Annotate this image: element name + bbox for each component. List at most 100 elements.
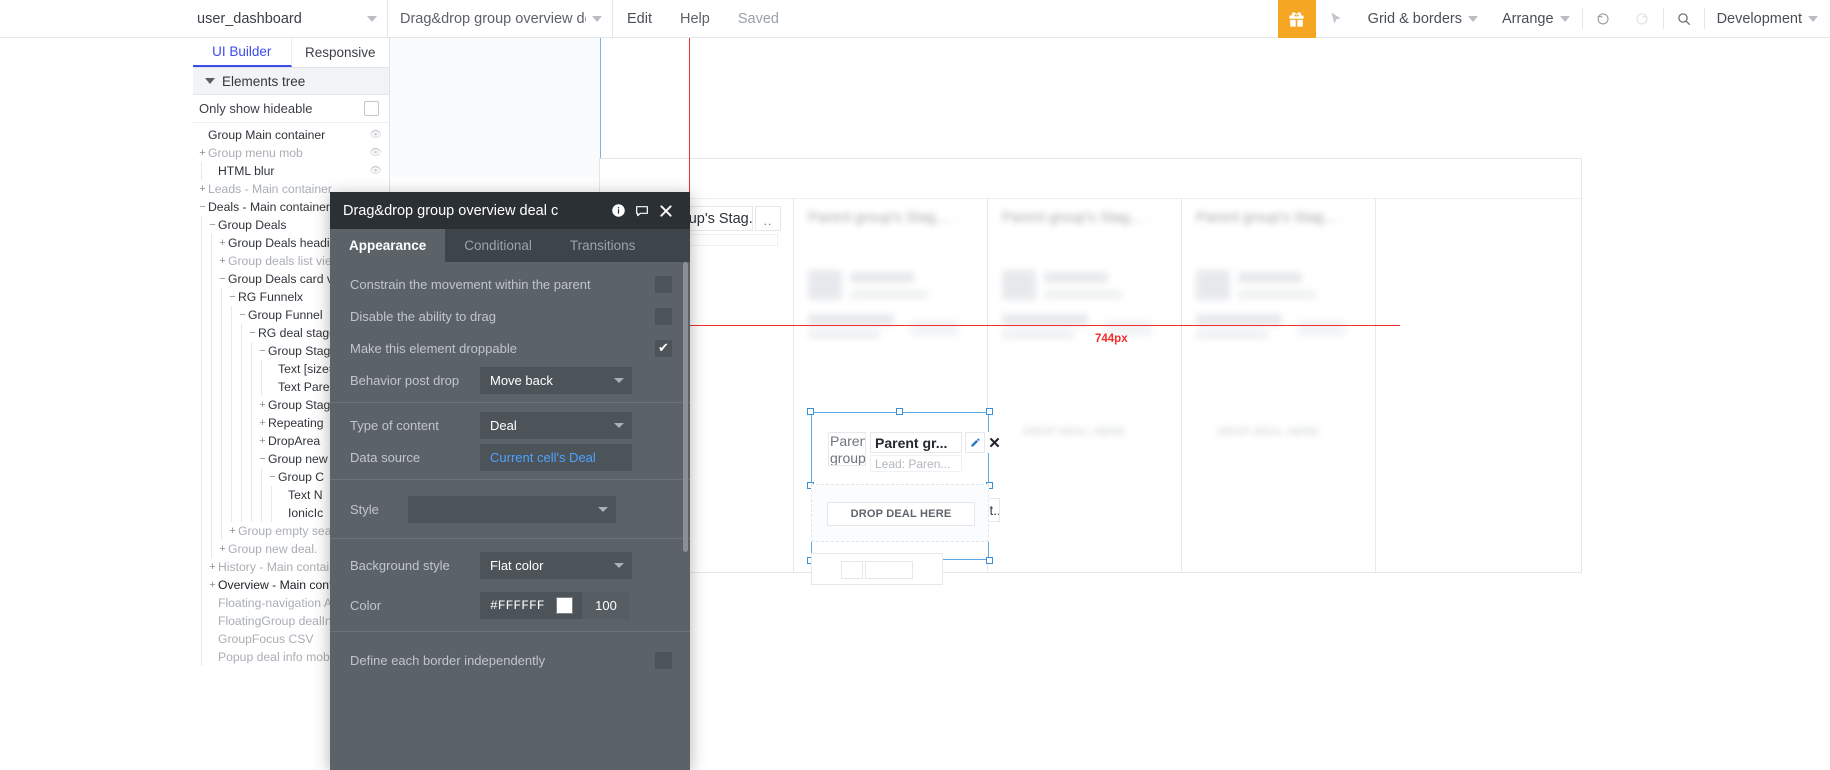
constrain-movement-label: Constrain the movement within the parent [350,276,591,292]
search-icon[interactable] [1664,0,1704,38]
drop-label-3: DROP DEAL HERE [1217,426,1320,438]
collapse-icon[interactable]: − [267,471,278,483]
stage-menu-0[interactable]: .. [755,206,781,231]
pencil-icon[interactable] [965,432,985,453]
undo-icon[interactable] [1583,0,1623,38]
new-deal-label-box [865,561,913,579]
eye-icon[interactable]: 👁 [369,148,382,159]
collapse-icon[interactable]: − [217,273,228,285]
gift-icon[interactable] [1277,0,1316,38]
tree-item-label: RG Funnelx [238,290,304,304]
page-select[interactable]: Drag&drop group overview deal ... [388,0,613,37]
deal-title: Parent gr... [870,432,962,453]
make-droppable-label: Make this element droppable [350,340,517,356]
tree-item[interactable]: ·Group Main container 👁 [193,126,389,144]
disable-drag-checkbox[interactable] [655,307,672,325]
background-style-select[interactable]: Flat color [480,551,632,579]
resize-handle-bottom-right[interactable] [986,557,993,564]
behavior-post-drop-select[interactable]: Move back [480,366,632,394]
tree-item-label: Group Stage [268,398,338,412]
type-of-content-label: Type of content [350,417,439,433]
tree-item-label: Group new [268,452,328,466]
color-opacity-value[interactable]: 100 [582,591,630,619]
row-data-source: Data source Current cell's Deal [330,441,690,473]
tree-item[interactable]: + Group menu mob 👁 [193,144,389,162]
make-droppable-checkbox[interactable]: ✔ [655,339,672,357]
guide-measurement-label: 744px [1095,333,1128,345]
type-of-content-select[interactable]: Deal [480,411,632,439]
tab-transitions[interactable]: Transitions [551,229,655,262]
resize-handle-top-center[interactable] [896,408,903,415]
expand-icon[interactable]: + [257,417,268,429]
expand-icon[interactable]: + [227,525,238,537]
ghost-drop-area-2: DROP DEAL HERE [1000,403,1170,461]
drop-area-0[interactable]: DROP DEAL HERE [827,502,975,526]
expand-icon[interactable]: + [207,561,218,573]
elements-tree-header[interactable]: Elements tree [193,68,389,95]
version-menu[interactable]: Development [1705,0,1830,38]
app-select[interactable]: user_dashboard [193,0,388,37]
tree-item-label: Group C [278,470,325,484]
data-source-field[interactable]: Current cell's Deal [480,443,632,471]
collapse-icon[interactable]: − [237,309,248,321]
row-disable-drag: Disable the ability to drag [330,300,690,332]
collapse-icon[interactable]: − [257,345,268,357]
collapse-icon[interactable]: − [257,453,268,465]
expand-icon[interactable]: + [257,399,268,411]
tree-spacer: · [277,490,288,501]
help-button[interactable]: Help [666,0,724,37]
edit-button[interactable]: Edit [613,0,666,37]
toolbar-left-spacer [0,0,193,37]
constrain-movement-checkbox[interactable] [655,275,672,293]
stage-column-2[interactable]: Parent group's Stag... .. DROP DEAL HERE [988,198,1182,573]
color-field[interactable]: #FFFFFF 100 [480,591,630,619]
tree-item-label: FloatingGroup dealInfo [218,614,342,628]
eye-icon[interactable]: 👁 [369,166,382,177]
redo-icon[interactable] [1623,0,1663,38]
disable-drag-label: Disable the ability to drag [350,308,496,324]
expand-icon[interactable]: + [217,543,228,555]
color-swatch[interactable] [556,596,573,614]
tab-ui-builder[interactable]: UI Builder [193,38,292,67]
tab-appearance[interactable]: Appearance [330,229,446,262]
tab-responsive[interactable]: Responsive [292,38,390,67]
tree-item[interactable]: ·HTML blur 👁 [193,162,389,180]
collapse-icon[interactable]: − [227,291,238,303]
chevron-down-icon [1808,16,1818,22]
expand-icon[interactable]: + [257,435,268,447]
collapse-icon[interactable]: − [247,327,258,339]
resize-handle-top-left[interactable] [807,408,814,415]
expand-icon[interactable]: + [217,237,228,249]
close-icon[interactable]: ✕ [986,432,1003,453]
tab-conditional[interactable]: Conditional [445,229,551,262]
info-icon[interactable] [606,199,630,223]
arrange-menu[interactable]: Arrange [1490,0,1582,38]
close-icon[interactable] [654,199,678,223]
style-select[interactable] [408,495,616,523]
collapse-icon[interactable]: − [207,219,218,231]
deals-board: Parent group's Stag... .. Parent group's… [599,158,1582,585]
drop-area-0-outer[interactable]: DROP DEAL HERE [811,484,989,542]
tree-item-label: Deals - Main container [208,200,330,214]
grid-borders-menu[interactable]: Grid & borders [1356,0,1490,38]
expand-icon[interactable]: + [197,183,208,195]
cursor-arrow-icon[interactable] [1316,0,1356,38]
expand-icon[interactable]: + [217,255,228,267]
tree-item-label: Group deals list view [228,254,341,268]
dialog-scrollbar[interactable] [683,262,688,552]
stage-column-3[interactable]: Parent group's Stag... .. DROP DEAL HERE [1182,198,1376,573]
comment-icon[interactable] [630,199,654,223]
collapse-icon[interactable]: − [197,201,208,213]
tree-item-label: Group Deals heading [228,236,344,250]
define-borders-checkbox[interactable] [655,651,672,669]
tree-item-label: Text [size= [278,362,336,376]
only-show-hideable-checkbox[interactable] [364,101,379,116]
expand-icon[interactable]: + [207,579,218,591]
resize-handle-top-right[interactable] [986,408,993,415]
element-properties-dialog: Drag&drop group overview deal c Appearan… [330,192,690,770]
stage-title-2: Parent group's Stag... [1002,210,1142,226]
app-root: user_dashboard Drag&drop group overview … [0,0,1830,770]
eye-icon[interactable]: 👁 [369,130,382,141]
expand-icon[interactable]: + [197,147,208,159]
new-deal-row[interactable] [811,553,943,585]
